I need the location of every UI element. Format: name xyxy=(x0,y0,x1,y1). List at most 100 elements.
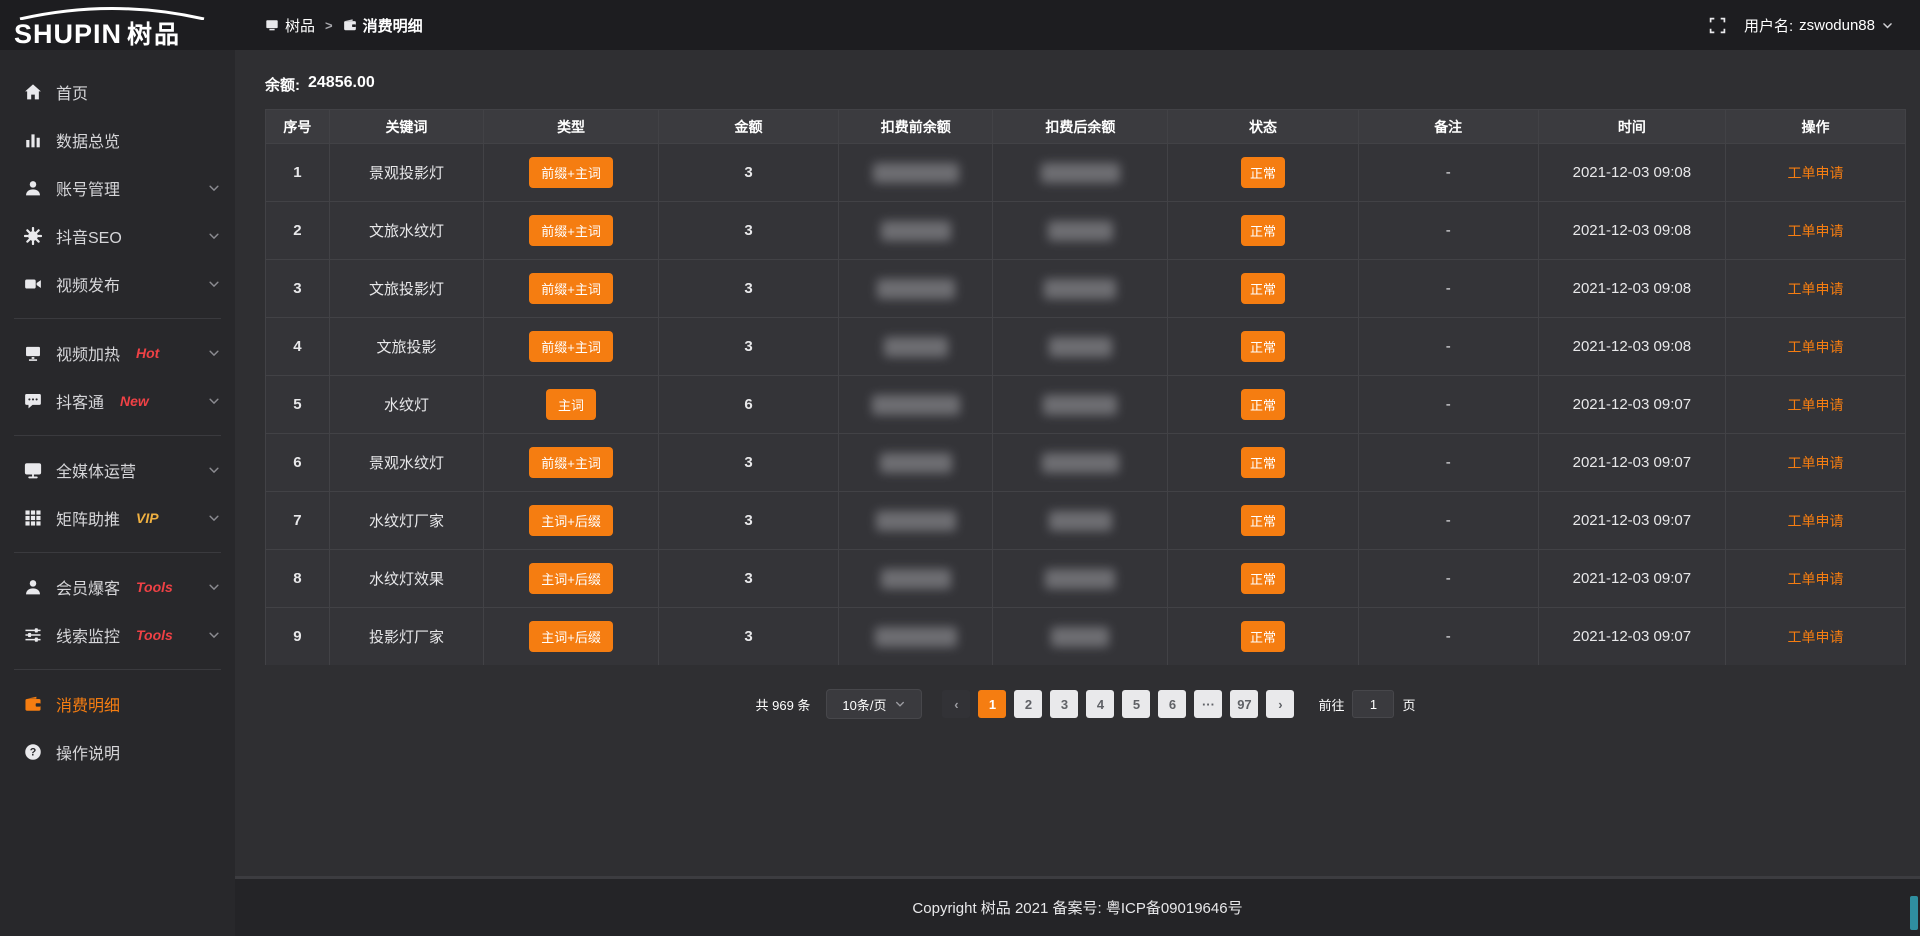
table-header-cell: 类型 xyxy=(484,110,659,143)
sidebar-divider xyxy=(14,669,221,670)
cell-no: 4 xyxy=(266,318,330,375)
breadcrumb-root[interactable]: 树品 xyxy=(265,15,315,36)
masked-value xyxy=(1045,569,1115,589)
sidebar-item-video-publish[interactable]: 视频发布 xyxy=(0,260,235,308)
cell-type: 前缀+主词 xyxy=(484,144,659,201)
work-order-link[interactable]: 工单申请 xyxy=(1787,163,1843,183)
fullscreen-icon[interactable] xyxy=(1709,17,1726,34)
chevron-down-icon xyxy=(207,628,221,642)
work-order-link[interactable]: 工单申请 xyxy=(1787,395,1843,415)
cell-no: 9 xyxy=(266,608,330,665)
masked-value xyxy=(1042,453,1119,473)
goto-page: 前往 页 xyxy=(1318,690,1415,718)
masked-value xyxy=(881,221,951,241)
cell-amount: 6 xyxy=(659,376,839,433)
sidebar-item-label: 数据总览 xyxy=(56,128,120,152)
masked-value xyxy=(872,395,960,415)
scrollbar-handle[interactable] xyxy=(1910,896,1918,930)
masked-value xyxy=(873,163,959,183)
sidebar-item-douyin-seo[interactable]: 抖音SEO xyxy=(0,212,235,260)
cell-status: 正常 xyxy=(1168,202,1358,259)
breadcrumb-current[interactable]: 消费明细 xyxy=(343,15,423,36)
user-icon xyxy=(24,179,42,197)
page-size-select[interactable]: 10条/页 xyxy=(826,689,922,719)
sidebar-item-clue-monitor[interactable]: 线索监控Tools xyxy=(0,611,235,659)
sidebar-item-account-management[interactable]: 账号管理 xyxy=(0,164,235,212)
cell-remark: - xyxy=(1359,434,1539,491)
table-body: 1景观投影灯前缀+主词3正常-2021-12-03 09:08工单申请2文旅水纹… xyxy=(266,143,1905,665)
type-badge: 前缀+主词 xyxy=(529,215,613,246)
cell-type: 前缀+主词 xyxy=(484,260,659,317)
work-order-link[interactable]: 工单申请 xyxy=(1787,627,1843,647)
page-button-2[interactable]: 2 xyxy=(1014,690,1042,718)
sidebar-item-video-heat[interactable]: 视频加热Hot xyxy=(0,329,235,377)
work-order-link[interactable]: 工单申请 xyxy=(1787,569,1843,589)
goto-page-input[interactable] xyxy=(1352,690,1394,718)
cell-keyword: 文旅投影 xyxy=(330,318,484,375)
cell-amount: 3 xyxy=(659,144,839,201)
page-button-4[interactable]: 4 xyxy=(1086,690,1114,718)
prev-page-button[interactable]: ‹ xyxy=(942,690,970,718)
masked-value xyxy=(1043,395,1117,415)
page-button-6[interactable]: 6 xyxy=(1158,690,1186,718)
consumption-table: 序号关键词类型金额扣费前余额扣费后余额状态备注时间操作 1景观投影灯前缀+主词3… xyxy=(265,109,1906,665)
app-logo[interactable]: SHUPIN树品 xyxy=(0,0,235,50)
cell-action: 工单申请 xyxy=(1726,260,1905,317)
sidebar-item-matrix-boost[interactable]: 矩阵助推VIP xyxy=(0,494,235,542)
sidebar-item-operation-guide[interactable]: ?操作说明 xyxy=(0,728,235,776)
cell-type: 主词+后缀 xyxy=(484,492,659,549)
page-ellipsis[interactable]: ··· xyxy=(1194,690,1222,718)
sidebar-item-label: 抖音SEO xyxy=(56,224,122,248)
sidebar-badge: Hot xyxy=(136,345,159,361)
sidebar-item-doukertong[interactable]: 抖客通New xyxy=(0,377,235,425)
sidebar-item-member-burst[interactable]: 会员爆客Tools xyxy=(0,563,235,611)
status-badge: 正常 xyxy=(1241,389,1285,420)
sidebar-badge: VIP xyxy=(136,510,159,526)
chevron-down-icon xyxy=(207,580,221,594)
cell-keyword: 景观水纹灯 xyxy=(330,434,484,491)
work-order-link[interactable]: 工单申请 xyxy=(1787,221,1843,241)
table-header-cell: 扣费前余额 xyxy=(839,110,993,143)
cell-balance-after xyxy=(993,434,1168,491)
page-button-1[interactable]: 1 xyxy=(978,690,1006,718)
cell-action: 工单申请 xyxy=(1726,202,1905,259)
work-order-link[interactable]: 工单申请 xyxy=(1787,279,1843,299)
page-buttons: ‹ 123456 ··· 97 › xyxy=(942,690,1294,718)
sidebar-item-all-media-operation[interactable]: 全媒体运营 xyxy=(0,446,235,494)
masked-value xyxy=(880,453,952,473)
sidebar-item-consumption-detail[interactable]: 消费明细 xyxy=(0,680,235,728)
page-button-5[interactable]: 5 xyxy=(1122,690,1150,718)
work-order-link[interactable]: 工单申请 xyxy=(1787,337,1843,357)
work-order-link[interactable]: 工单申请 xyxy=(1787,453,1843,473)
work-order-link[interactable]: 工单申请 xyxy=(1787,511,1843,531)
page-button-3[interactable]: 3 xyxy=(1050,690,1078,718)
chevron-down-icon xyxy=(207,181,221,195)
wallet-icon xyxy=(24,695,42,713)
table-header-cell: 扣费后余额 xyxy=(993,110,1168,143)
cell-keyword: 文旅投影灯 xyxy=(330,260,484,317)
next-page-button[interactable]: › xyxy=(1266,690,1294,718)
masked-value xyxy=(877,279,955,299)
masked-value xyxy=(884,337,948,357)
cell-amount: 3 xyxy=(659,202,839,259)
cell-balance-before xyxy=(839,376,993,433)
cell-action: 工单申请 xyxy=(1726,608,1905,665)
page-button-97[interactable]: 97 xyxy=(1230,690,1258,718)
table-row: 2文旅水纹灯前缀+主词3正常-2021-12-03 09:08工单申请 xyxy=(266,201,1905,259)
cell-status: 正常 xyxy=(1168,144,1358,201)
cell-balance-after xyxy=(993,492,1168,549)
sidebar-divider xyxy=(14,552,221,553)
sidebar-item-home[interactable]: 首页 xyxy=(0,68,235,116)
cell-balance-after xyxy=(993,318,1168,375)
sidebar-item-data-overview[interactable]: 数据总览 xyxy=(0,116,235,164)
table-header-cell: 序号 xyxy=(266,110,330,143)
cell-action: 工单申请 xyxy=(1726,376,1905,433)
grid-icon xyxy=(24,509,42,527)
sidebar-badge: Tools xyxy=(136,579,173,595)
user-menu[interactable]: 用户名: zswodun88 xyxy=(1744,15,1894,36)
cell-balance-after xyxy=(993,260,1168,317)
home-icon xyxy=(24,83,42,101)
logo-text: SHUPIN树品 xyxy=(14,21,210,48)
cell-time: 2021-12-03 09:07 xyxy=(1539,376,1726,433)
table-row: 9投影灯厂家主词+后缀3正常-2021-12-03 09:07工单申请 xyxy=(266,607,1905,665)
